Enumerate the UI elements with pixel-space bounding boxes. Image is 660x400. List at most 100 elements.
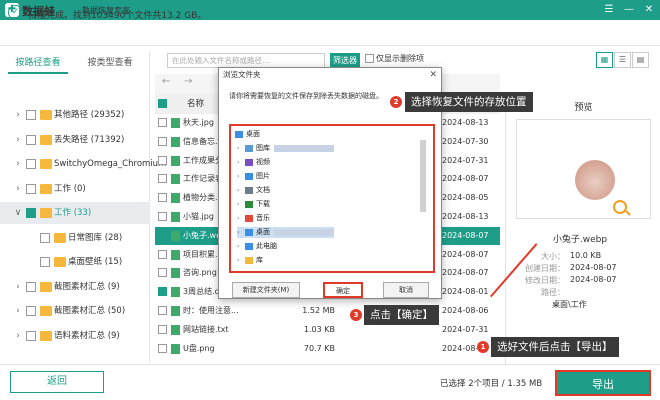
expand-arrow-icon[interactable]: ›: [14, 300, 22, 322]
select-all-checkbox[interactable]: [158, 99, 167, 108]
file-icon: [171, 212, 180, 222]
close-icon[interactable]: ✕: [640, 2, 658, 18]
dialog-ok-button[interactable]: 确定: [323, 282, 363, 298]
tree-item[interactable]: 桌面壁纸 (15): [0, 251, 150, 273]
minimize-icon[interactable]: —: [620, 2, 638, 18]
folder-icon: [40, 208, 52, 218]
meta-key: 创建日期：: [525, 264, 565, 273]
dialog-description: 请你将需要恢复的文件保存到除丢失数据的磁盘。: [229, 92, 383, 100]
expand-arrow-icon[interactable]: ›: [237, 227, 245, 238]
expand-arrow-icon[interactable]: ›: [237, 157, 245, 168]
list-view-icon[interactable]: ☰: [614, 52, 631, 68]
expand-arrow-icon[interactable]: ∨: [14, 202, 22, 224]
file-checkbox[interactable]: [158, 136, 167, 146]
folder-picker-item[interactable]: › 库: [237, 255, 263, 266]
tab-by-path[interactable]: 按路径查看: [8, 52, 68, 74]
tab-by-type[interactable]: 按类型查看: [80, 52, 140, 74]
file-checkbox[interactable]: [158, 343, 167, 353]
folder-icon: [54, 232, 66, 243]
dialog-cancel-button[interactable]: 取消: [383, 282, 429, 298]
grid-view-icon[interactable]: ▦: [596, 52, 613, 68]
folder-picker-item[interactable]: 桌面: [235, 129, 260, 140]
expand-arrow-icon[interactable]: ›: [237, 255, 245, 266]
tree-checkbox[interactable]: [26, 134, 36, 145]
file-row[interactable]: 时：使用注意... 1.52 MB 2024-08-06: [155, 302, 500, 321]
expand-arrow-icon[interactable]: ›: [14, 325, 22, 347]
tree-item-label: 桌面壁纸 (15): [68, 257, 123, 267]
tree-item[interactable]: › 截图素材汇总 (50): [0, 300, 150, 322]
back-button[interactable]: 返回: [10, 371, 104, 393]
file-checkbox[interactable]: [158, 324, 167, 334]
file-checkbox[interactable]: [158, 155, 167, 165]
rabbit-thumbnail: [575, 160, 615, 200]
file-icon: [171, 193, 180, 204]
expand-arrow-icon[interactable]: ›: [237, 185, 245, 196]
forward-arrow-icon[interactable]: →: [184, 76, 192, 87]
file-checkbox[interactable]: [158, 230, 167, 240]
tree-checkbox[interactable]: [26, 183, 36, 194]
expand-arrow-icon[interactable]: ›: [237, 213, 245, 224]
detail-view-icon[interactable]: ▤: [632, 52, 649, 68]
expand-arrow-icon[interactable]: ›: [14, 276, 22, 298]
expand-arrow-icon[interactable]: ›: [237, 143, 245, 154]
expand-arrow-icon[interactable]: ›: [14, 153, 22, 175]
folder-picker-item[interactable]: › 下载: [237, 199, 270, 210]
menu-icon[interactable]: ☰: [600, 2, 618, 18]
tree-item[interactable]: › SwitchyOmega_Chromium: [0, 153, 166, 175]
file-checkbox[interactable]: [158, 212, 167, 221]
back-arrow-icon[interactable]: ←: [162, 76, 170, 87]
file-checkbox[interactable]: [158, 174, 167, 184]
tree-item[interactable]: 日常图库 (28): [0, 227, 150, 249]
tree-item-label: 日常图库 (28): [68, 232, 123, 243]
tree-checkbox[interactable]: [40, 257, 50, 267]
file-checkbox[interactable]: [158, 306, 167, 315]
scan-status-bar: [0, 20, 660, 46]
dialog-scrollbar[interactable]: [420, 140, 426, 212]
dialog-close-icon[interactable]: ✕: [429, 68, 437, 82]
search-input[interactable]: 在此处输入文件名称或路径...: [167, 53, 325, 68]
folder-picker-tree[interactable]: 桌面 › 图库 › 视频 › 图片 › 文档 › 下载 › 音乐 › 桌面 › 此电脑 › 库: [229, 124, 435, 273]
tree-checkbox[interactable]: [40, 232, 50, 243]
tree-checkbox[interactable]: [26, 208, 36, 218]
folder-icon: [245, 144, 253, 152]
folder-picker-item[interactable]: › 文档: [237, 185, 270, 196]
tree-item-label: 丢失路径 (71392): [54, 134, 125, 145]
tree-item[interactable]: ∨ 工作 (33): [0, 202, 150, 224]
expand-arrow-icon[interactable]: ›: [14, 129, 22, 151]
tree-item[interactable]: › 其他路径 (29352): [0, 104, 150, 126]
folder-picker-item[interactable]: › 此电脑: [237, 241, 277, 252]
tree-item[interactable]: › 语料素材汇总 (9): [0, 325, 150, 347]
folder-picker-item[interactable]: › 图库: [237, 143, 334, 154]
new-folder-button[interactable]: 新建文件夹(M): [232, 282, 300, 298]
export-button[interactable]: 导出: [555, 370, 651, 396]
tree-item[interactable]: › 截图素材汇总 (9): [0, 276, 150, 298]
only-deleted-checkbox[interactable]: 仅显示删除项: [365, 53, 424, 64]
folder-picker-item[interactable]: › 图片: [237, 171, 270, 182]
tree-checkbox[interactable]: [26, 306, 36, 316]
file-checkbox[interactable]: [158, 268, 167, 278]
filter-button[interactable]: 筛选器: [330, 53, 360, 68]
file-checkbox[interactable]: [158, 193, 167, 203]
tree-item[interactable]: › 工作 (0): [0, 178, 150, 200]
expand-arrow-icon[interactable]: ›: [237, 199, 245, 210]
tree-item[interactable]: › 丢失路径 (71392): [0, 129, 150, 151]
expand-arrow-icon[interactable]: ›: [14, 178, 22, 200]
tree-checkbox[interactable]: [26, 281, 36, 292]
file-checkbox[interactable]: [158, 118, 167, 127]
file-row[interactable]: U盘.png 70.7 KB 2024-08-05: [155, 340, 500, 359]
file-checkbox[interactable]: [158, 249, 167, 259]
folder-picker-label: 图片: [256, 172, 270, 180]
folder-picker-item[interactable]: › 视频: [237, 157, 270, 168]
file-row[interactable]: 网站链接.txt 1.03 KB 2024-07-31: [155, 321, 500, 340]
expand-arrow-icon[interactable]: ›: [14, 104, 22, 126]
tree-checkbox[interactable]: [26, 330, 36, 341]
tree-checkbox[interactable]: [26, 159, 36, 169]
tree-checkbox[interactable]: [26, 110, 36, 120]
expand-arrow-icon[interactable]: ›: [237, 171, 245, 182]
folder-picker-item[interactable]: › 桌面: [237, 227, 334, 238]
expand-arrow-icon[interactable]: ›: [237, 241, 245, 252]
folder-picker-item[interactable]: › 音乐: [237, 213, 270, 224]
file-name: 咨询.png: [183, 268, 217, 278]
checkbox[interactable]: [365, 54, 374, 63]
file-checkbox[interactable]: [158, 287, 167, 297]
